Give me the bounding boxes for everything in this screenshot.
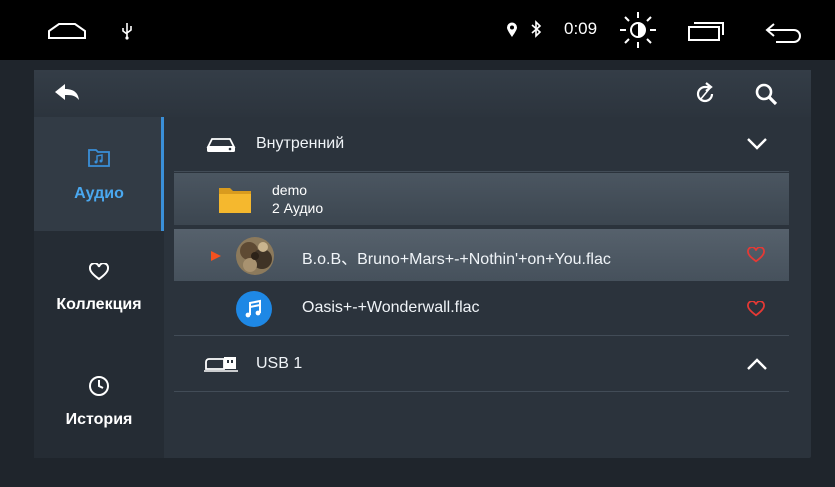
- toolbar: [34, 70, 811, 117]
- heart-icon: [34, 262, 164, 286]
- media-player-screen: 0:09 Аудио Коллекция История Внутренний …: [0, 0, 835, 487]
- sidebar-item-history[interactable]: История: [34, 345, 164, 459]
- usb-storage-label: USB 1: [256, 355, 303, 372]
- clock-icon: [34, 375, 164, 402]
- usb-drive-icon: [204, 356, 238, 377]
- refresh-icon[interactable]: [693, 82, 717, 111]
- bluetooth-icon: [530, 20, 542, 43]
- sidebar-item-collection[interactable]: Коллекция: [34, 231, 164, 345]
- track-row[interactable]: B.o.B、Bruno+Mars+-+Nothin'+on+You.flac: [174, 229, 789, 281]
- music-note-icon: [236, 291, 272, 327]
- track-title: B.o.B、Bruno+Mars+-+Nothin'+on+You.flac: [302, 251, 611, 268]
- back-arrow-icon[interactable]: [54, 82, 80, 109]
- sidebar: Аудио Коллекция История: [34, 117, 164, 458]
- folder-count: 2 Аудио: [272, 200, 324, 216]
- track-title: Oasis+-+Wonderwall.flac: [302, 299, 480, 316]
- media-panel: Аудио Коллекция История Внутренний demo …: [34, 70, 811, 458]
- sidebar-item-label: Аудио: [74, 185, 124, 202]
- back-icon[interactable]: [764, 22, 804, 49]
- usb-icon: [120, 22, 134, 45]
- chevron-up-icon[interactable]: [746, 357, 768, 376]
- clock-time: 0:09: [564, 19, 598, 38]
- usb-storage-row[interactable]: USB 1: [174, 337, 789, 392]
- status-bar: 0:09: [0, 0, 835, 60]
- folder-name: demo: [272, 182, 308, 198]
- internal-storage-row[interactable]: Внутренний: [174, 117, 789, 172]
- sidebar-item-label: Коллекция: [56, 296, 142, 313]
- drive-icon: [206, 137, 236, 158]
- folder-icon: [218, 184, 252, 219]
- home-icon[interactable]: [47, 22, 87, 45]
- chevron-down-icon[interactable]: [746, 137, 768, 156]
- folder-row[interactable]: demo 2 Аудио: [174, 173, 789, 225]
- music-folder-icon: [34, 147, 164, 172]
- internal-storage-label: Внутренний: [256, 135, 345, 152]
- file-list: Внутренний demo 2 Аудио B.o.B、Bruno+Mars…: [164, 117, 811, 458]
- sidebar-item-label: История: [65, 411, 133, 428]
- favorite-heart-icon[interactable]: [747, 300, 765, 322]
- album-art: [236, 237, 274, 275]
- search-icon[interactable]: [754, 82, 778, 111]
- track-row[interactable]: Oasis+-+Wonderwall.flac: [174, 282, 789, 336]
- location-icon: [506, 22, 518, 43]
- sidebar-item-audio[interactable]: Аудио: [34, 117, 164, 231]
- brightness-icon[interactable]: [618, 10, 658, 55]
- now-playing-icon: [210, 249, 222, 267]
- recent-apps-icon[interactable]: [686, 20, 726, 47]
- favorite-heart-icon[interactable]: [747, 246, 765, 268]
